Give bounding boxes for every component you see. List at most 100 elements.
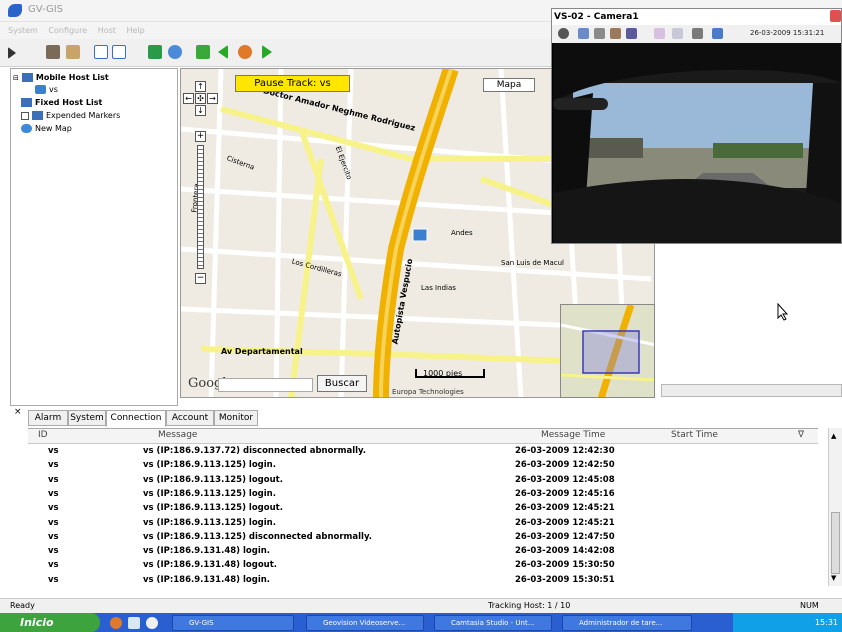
col-id[interactable]: ID — [38, 430, 48, 440]
col-message[interactable]: Message — [158, 430, 197, 440]
taskbar-item-geovision[interactable]: Geovision Videoserve... — [306, 615, 424, 631]
camera-datetime: 26-03-2009 15:31:21 — [750, 29, 825, 37]
pan-down-button[interactable]: ↓ — [195, 105, 206, 116]
list-icon — [21, 73, 33, 82]
network-icon[interactable] — [712, 28, 723, 39]
status-num: NUM — [800, 601, 819, 610]
tab-account[interactable]: Account — [166, 410, 214, 426]
play-icon[interactable] — [8, 47, 16, 59]
pan-center-button[interactable]: ✣ — [195, 93, 206, 104]
table-row[interactable]: vs vs (IP:186.9.113.125) login. 26-03-2009… — [28, 458, 818, 472]
host-tree: ⊟ Mobile Host List vs Fixed Host List Ex… — [10, 68, 178, 406]
quicklaunch-media-icon[interactable] — [146, 617, 158, 629]
window-icon[interactable] — [94, 45, 108, 59]
taskbar-item-administrador[interactable]: Administrador de tare... — [562, 615, 692, 631]
users-icon[interactable] — [66, 45, 80, 59]
street-label-departamental: Av Departamental — [221, 347, 303, 356]
table-row[interactable]: vs vs (IP:186.9.113.125) disconnected abn… — [28, 530, 818, 544]
log-table-body: vs vs (IP:186.9.137.72) disconnected abno… — [28, 444, 818, 587]
tree-mobile-host-list[interactable]: ⊟ Mobile Host List — [13, 73, 109, 82]
filter-icon[interactable]: ∇ — [798, 430, 804, 440]
status-ready: Ready — [10, 601, 35, 610]
toolbar — [0, 39, 555, 67]
right-panel-scrollbar[interactable] — [661, 384, 842, 397]
status-tracking: Tracking Host: 1 / 10 — [488, 601, 571, 610]
start-button[interactable]: Inicio — [0, 613, 100, 632]
overview-minimap[interactable] — [560, 304, 655, 398]
settings-icon[interactable] — [168, 45, 182, 59]
mouse-cursor-icon — [777, 302, 789, 324]
zoom-slider[interactable] — [197, 145, 204, 269]
map-search-input[interactable] — [218, 378, 313, 392]
col-message-time[interactable]: Message Time — [541, 430, 605, 440]
globe-icon — [21, 124, 32, 133]
street-label-lasindias: Las Indias — [421, 284, 456, 292]
table-row[interactable]: vs vs (IP:186.9.131.48) login. 26-03-2009 … — [28, 544, 818, 558]
log-scrollbar[interactable]: ▲ ▼ — [828, 428, 842, 586]
tree-expended-markers[interactable]: Expended Markers — [21, 111, 120, 120]
col-start-time[interactable]: Start Time — [671, 430, 718, 440]
menu-host[interactable]: Host — [98, 26, 116, 35]
chart-icon[interactable] — [196, 45, 210, 59]
scroll-down-icon[interactable]: ▼ — [831, 574, 836, 582]
tab-monitor[interactable]: Monitor — [214, 410, 258, 426]
audio-icon[interactable] — [594, 28, 605, 39]
camera-video-feed[interactable] — [553, 43, 841, 243]
pan-left-button[interactable]: ← — [183, 93, 194, 104]
host-icon[interactable] — [46, 45, 60, 59]
zoom-out-button[interactable]: − — [195, 273, 206, 284]
pause-track-button[interactable]: Pause Track: vs — [235, 75, 350, 92]
map-type-button[interactable]: Mapa — [483, 78, 535, 92]
table-row[interactable]: vs vs (IP:186.9.137.72) disconnected abno… — [28, 444, 818, 458]
home-icon[interactable] — [238, 45, 252, 59]
buscar-button[interactable]: Buscar — [317, 375, 367, 392]
tree-fixed-host-list[interactable]: Fixed Host List — [21, 98, 102, 107]
tab-connection[interactable]: Connection — [106, 410, 166, 427]
pan-right-button[interactable]: → — [207, 93, 218, 104]
snapshot-icon[interactable] — [558, 28, 569, 39]
table-row[interactable]: vs vs (IP:186.9.113.125) logout. 26-03-200… — [28, 473, 818, 487]
table-row[interactable]: vs vs (IP:186.9.113.125) logout. 26-03-200… — [28, 501, 818, 515]
ptz-icon[interactable] — [610, 28, 621, 39]
checkbox[interactable] — [21, 111, 29, 120]
status-bar: Ready Tracking Host: 1 / 10 NUM — [0, 598, 842, 613]
record-icon[interactable] — [578, 28, 589, 39]
layout-icon[interactable] — [654, 28, 665, 39]
zoom-icon[interactable] — [672, 28, 683, 39]
street-label-sanluis: San Luis de Macul — [501, 259, 564, 267]
play-back-icon[interactable] — [626, 28, 637, 39]
menu-help[interactable]: Help — [126, 26, 144, 35]
list-icon — [32, 111, 43, 120]
monitor-icon[interactable] — [148, 45, 162, 59]
scroll-up-icon[interactable]: ▲ — [831, 432, 836, 440]
system-tray: 15:31 — [733, 613, 842, 632]
menu-configure[interactable]: Configure — [48, 26, 87, 35]
map-scale: 1000 pies — [415, 369, 490, 383]
bus-icon — [35, 85, 46, 94]
quicklaunch-ie-icon[interactable] — [110, 617, 122, 629]
window2-icon[interactable] — [112, 45, 126, 59]
tab-system[interactable]: System — [68, 410, 106, 426]
table-row[interactable]: vs vs (IP:186.9.131.48) logout. 26-03-2009… — [28, 558, 818, 572]
table-row[interactable]: vs vs (IP:186.9.113.125) login. 26-03-2009… — [28, 516, 818, 530]
forward-arrow-icon[interactable] — [262, 45, 272, 59]
tab-alarm[interactable]: Alarm — [28, 410, 68, 426]
taskbar-item-camtasia[interactable]: Camtasia Studio - Unt... — [434, 615, 552, 631]
camera-settings-icon[interactable] — [692, 28, 703, 39]
scroll-thumb[interactable] — [831, 512, 840, 574]
tree-item-vs[interactable]: vs — [35, 85, 58, 94]
zoom-in-button[interactable]: + — [195, 131, 206, 142]
menu-system[interactable]: System — [8, 26, 38, 35]
quicklaunch-desktop-icon[interactable] — [128, 617, 140, 629]
table-row[interactable]: vs vs (IP:186.9.113.125) login. 26-03-2009… — [28, 487, 818, 501]
right-panel — [655, 244, 842, 399]
pan-up-button[interactable]: ↑ — [195, 81, 206, 92]
table-row[interactable]: vs vs (IP:186.9.131.48) login. 26-03-2009 … — [28, 573, 818, 587]
tree-new-map[interactable]: New Map — [21, 124, 72, 133]
camera-close-icon[interactable] — [830, 10, 841, 22]
list-icon — [21, 98, 32, 107]
back-arrow-icon[interactable] — [218, 45, 228, 59]
camera-title: VS-02 - Camera1 — [552, 9, 841, 25]
panel-close-icon[interactable]: × — [14, 407, 22, 417]
taskbar-item-gvgis[interactable]: GV-GIS — [172, 615, 294, 631]
